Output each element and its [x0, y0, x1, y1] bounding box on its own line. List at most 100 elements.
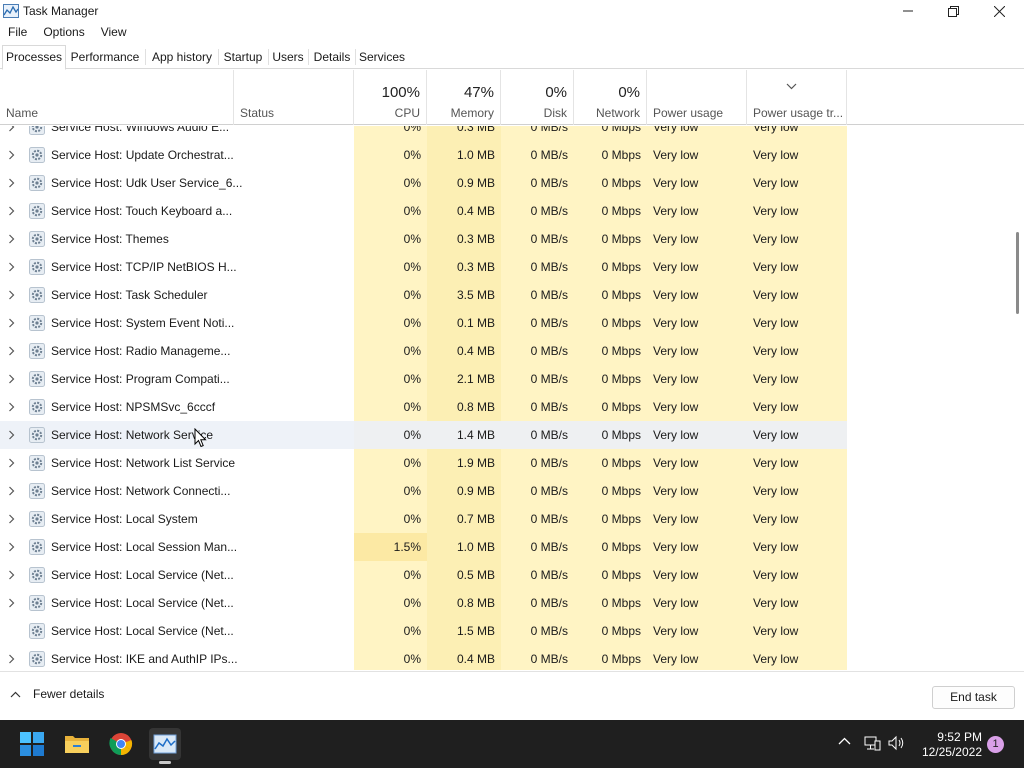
- table-row[interactable]: Service Host: Windows Audio E... 0% 0.3 MB…: [0, 126, 1013, 141]
- restore-button[interactable]: [930, 0, 976, 22]
- power-trend-cell: Very low: [747, 337, 847, 365]
- chrome-button[interactable]: [105, 728, 137, 760]
- chevron-right-icon[interactable]: [8, 234, 15, 244]
- chevron-right-icon[interactable]: [8, 486, 15, 496]
- table-row[interactable]: Service Host: Local System 0% 0.7 MB 0 MB/s…: [0, 505, 1013, 533]
- power-usage-cell: Very low: [647, 393, 747, 421]
- column-status[interactable]: Status: [234, 70, 354, 125]
- gear-icon: [29, 315, 45, 331]
- disk-cell: 0 MB/s: [501, 645, 574, 670]
- column-power-trend[interactable]: Power usage tr...: [747, 70, 847, 125]
- chevron-right-icon[interactable]: [8, 318, 15, 328]
- tab-performance[interactable]: Performance: [66, 46, 144, 69]
- table-row[interactable]: Service Host: Network Connecti... 0% 0.9 M…: [0, 477, 1013, 505]
- chevron-right-icon[interactable]: [8, 402, 15, 412]
- clock-time: 9:52 PM: [937, 730, 982, 744]
- chevron-right-icon[interactable]: [8, 542, 15, 552]
- task-manager-window: Task Manager File Options View Processes…: [0, 0, 1024, 720]
- scrollbar-thumb[interactable]: [1016, 232, 1019, 314]
- power-trend-cell: Very low: [747, 449, 847, 477]
- task-manager-taskbar-button[interactable]: [149, 728, 181, 760]
- table-row[interactable]: Service Host: NPSMSvc_6cccf 0% 0.8 MB 0 MB/…: [0, 393, 1013, 421]
- window-title: Task Manager: [23, 4, 99, 18]
- close-button[interactable]: [976, 0, 1022, 22]
- menu-options[interactable]: Options: [35, 22, 92, 44]
- column-network[interactable]: 0% Network: [574, 70, 647, 125]
- file-explorer-icon: [65, 736, 89, 753]
- power-usage-cell: Very low: [647, 617, 747, 645]
- table-row[interactable]: Service Host: Local Service (Net... 0% 1.5…: [0, 617, 1013, 645]
- chevron-right-icon[interactable]: [8, 126, 15, 132]
- table-row[interactable]: Service Host: Local Service (Net... 0% 0.8…: [0, 589, 1013, 617]
- chevron-right-icon[interactable]: [8, 598, 15, 608]
- table-row[interactable]: Service Host: System Event Noti... 0% 0.1 …: [0, 309, 1013, 337]
- chevron-right-icon[interactable]: [8, 290, 15, 300]
- chevron-right-icon[interactable]: [8, 514, 15, 524]
- chevron-up-icon[interactable]: [838, 735, 851, 748]
- memory-cell: 0.3 MB: [427, 225, 501, 253]
- column-power-usage[interactable]: Power usage: [647, 70, 747, 125]
- column-name[interactable]: Name: [0, 70, 234, 125]
- column-memory[interactable]: 47% Memory: [427, 70, 501, 125]
- minimize-icon: [903, 10, 913, 12]
- table-row[interactable]: Service Host: TCP/IP NetBIOS H... 0% 0.3 M…: [0, 253, 1013, 281]
- chevron-right-icon[interactable]: [8, 346, 15, 356]
- power-usage-cell: Very low: [647, 309, 747, 337]
- table-row[interactable]: Service Host: Radio Manageme... 0% 0.4 MB 0…: [0, 337, 1013, 365]
- title-bar[interactable]: Task Manager: [0, 0, 1024, 22]
- chevron-right-icon[interactable]: [8, 430, 15, 440]
- chevron-right-icon[interactable]: [8, 458, 15, 468]
- chevron-right-icon[interactable]: [8, 374, 15, 384]
- start-button[interactable]: [16, 728, 48, 760]
- gear-icon: [29, 203, 45, 219]
- chevron-right-icon[interactable]: [8, 654, 15, 664]
- chevron-right-icon[interactable]: [8, 150, 15, 160]
- minimize-button[interactable]: [885, 0, 931, 22]
- file-explorer-button[interactable]: [61, 728, 93, 760]
- notification-badge[interactable]: 1: [987, 736, 1004, 753]
- column-cpu[interactable]: 100% CPU: [354, 70, 427, 125]
- menu-file[interactable]: File: [0, 22, 35, 44]
- disk-cell: 0 MB/s: [501, 141, 574, 169]
- table-row[interactable]: Service Host: Task Scheduler 0% 3.5 MB 0 MB…: [0, 281, 1013, 309]
- system-clock[interactable]: 9:52 PM 12/25/2022: [914, 730, 982, 760]
- network-icon[interactable]: [864, 735, 881, 751]
- table-row[interactable]: Service Host: IKE and AuthIP IPs... 0% 0.4…: [0, 645, 1013, 670]
- table-row[interactable]: Service Host: Update Orchestrat... 0% 1.0 …: [0, 141, 1013, 169]
- chevron-right-icon[interactable]: [8, 570, 15, 580]
- tab-services[interactable]: Services: [356, 46, 408, 69]
- gear-icon: [29, 455, 45, 471]
- cpu-cell: 0%: [354, 169, 427, 197]
- table-row[interactable]: Service Host: Network Service 0% 1.4 MB 0 M…: [0, 421, 1013, 449]
- tab-users[interactable]: Users: [269, 46, 307, 69]
- table-row[interactable]: Service Host: Network List Service 0% 1.9 …: [0, 449, 1013, 477]
- power-trend-cell: Very low: [747, 477, 847, 505]
- table-row[interactable]: Service Host: Local Session Man... 1.5% 1.…: [0, 533, 1013, 561]
- column-power-label: Power usage: [653, 106, 724, 120]
- column-disk[interactable]: 0% Disk: [501, 70, 574, 125]
- volume-icon[interactable]: [888, 735, 906, 751]
- table-row[interactable]: Service Host: Program Compati... 0% 2.1 MB…: [0, 365, 1013, 393]
- tab-details[interactable]: Details: [309, 46, 355, 69]
- end-task-button[interactable]: End task: [932, 686, 1015, 709]
- process-name-cell: Service Host: Update Orchestrat...: [0, 141, 234, 169]
- tab-startup[interactable]: Startup: [219, 46, 267, 69]
- tab-processes[interactable]: Processes: [2, 45, 66, 70]
- process-name-cell: Service Host: Touch Keyboard a...: [0, 197, 234, 225]
- tab-app-history[interactable]: App history: [146, 46, 218, 69]
- table-row[interactable]: Service Host: Themes 0% 0.3 MB 0 MB/s 0 Mbps…: [0, 225, 1013, 253]
- disk-cell: 0 MB/s: [501, 225, 574, 253]
- table-row[interactable]: Service Host: Touch Keyboard a... 0% 0.4 M…: [0, 197, 1013, 225]
- status-cell: [234, 477, 354, 505]
- chevron-right-icon[interactable]: [8, 262, 15, 272]
- process-name: Service Host: Program Compati...: [51, 372, 230, 386]
- process-name: Service Host: Local Service (Net...: [51, 568, 234, 582]
- fewer-details-button[interactable]: Fewer details: [10, 687, 104, 701]
- table-row[interactable]: Service Host: Local Service (Net... 0% 0.5…: [0, 561, 1013, 589]
- vertical-scrollbar[interactable]: [1013, 126, 1024, 670]
- table-row[interactable]: Service Host: Udk User Service_6... 0% 0.9…: [0, 169, 1013, 197]
- chevron-right-icon[interactable]: [8, 206, 15, 216]
- chevron-right-icon[interactable]: [8, 178, 15, 188]
- network-cell: 0 Mbps: [574, 393, 647, 421]
- menu-view[interactable]: View: [93, 22, 135, 44]
